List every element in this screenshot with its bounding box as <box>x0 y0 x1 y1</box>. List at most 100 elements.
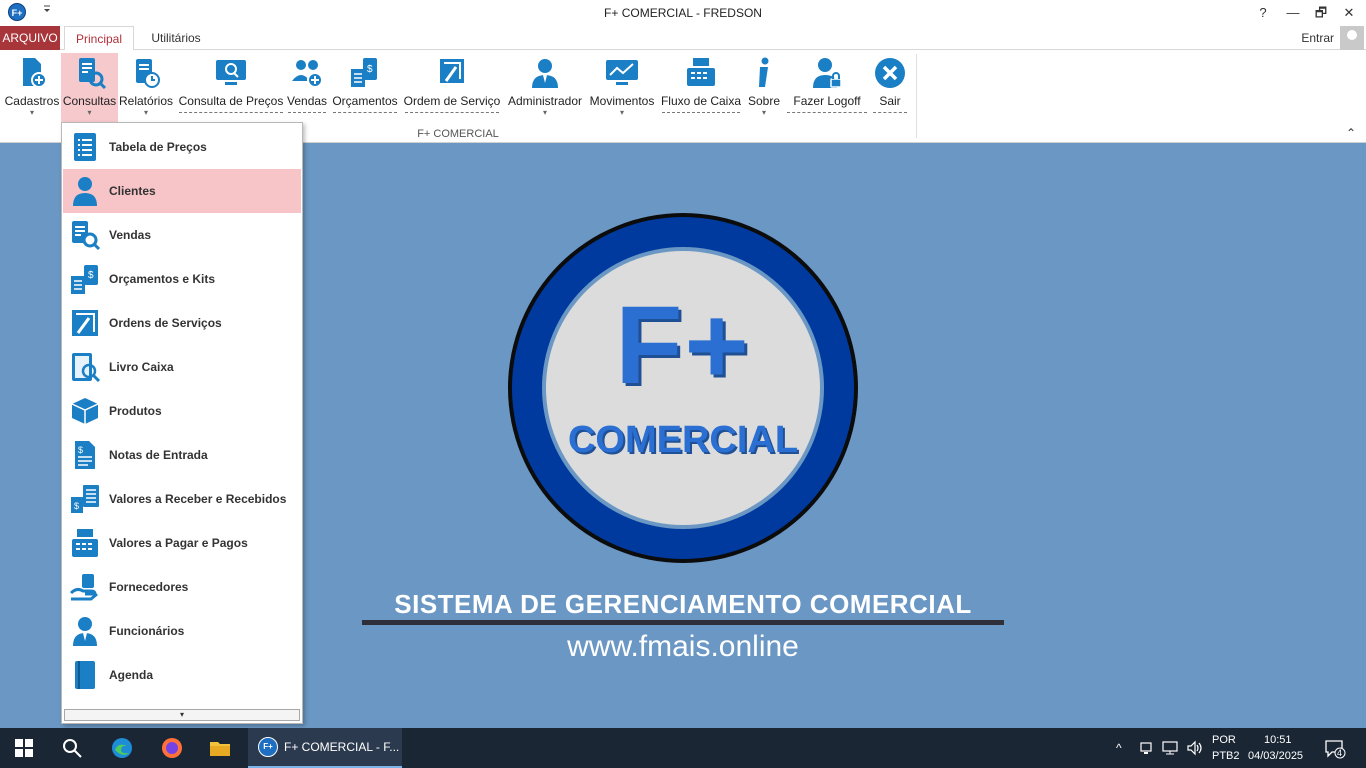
svg-text:$: $ <box>367 64 373 75</box>
ribbon-label: Relatórios <box>119 94 174 108</box>
relatorios-icon <box>136 59 160 88</box>
menu-item-tabela-precos[interactable]: Tabela de Preços <box>63 125 301 169</box>
ordem-servico-button[interactable]: Ordem de Serviço <box>403 53 501 125</box>
fplus-app-icon: F+ <box>258 737 278 757</box>
edge-browser-icon[interactable] <box>110 736 134 760</box>
volume-icon[interactable] <box>1186 740 1204 756</box>
sair-button[interactable]: Sair <box>872 53 908 125</box>
client-icon <box>73 177 97 206</box>
menu-item-valores-pagar[interactable]: Valores a Pagar e Pagos <box>63 521 301 565</box>
ordem-servico-icon <box>440 59 464 83</box>
help-button[interactable]: ? <box>1248 2 1278 24</box>
service-order-icon <box>72 310 98 336</box>
network-icon[interactable] <box>1162 740 1180 756</box>
ribbon-label: Fazer Logoff <box>793 94 861 108</box>
menu-item-produtos[interactable]: Produtos <box>63 389 301 433</box>
cadastros-button[interactable]: Cadastros ▾ <box>4 53 60 125</box>
tab-arquivo[interactable]: ARQUIVO <box>0 26 60 50</box>
consultas-dropdown-menu: Tabela de Preços Clientes Vendas $ Orçam… <box>61 122 303 724</box>
tab-principal[interactable]: Principal <box>64 26 134 51</box>
chevron-down-icon: ▾ <box>619 108 624 117</box>
tab-utilitarios[interactable]: Utilitários <box>140 26 212 51</box>
collapse-ribbon-icon[interactable]: ⌃ <box>1346 126 1356 140</box>
menu-item-fornecedores[interactable]: Fornecedores <box>63 565 301 609</box>
dropdown-scroll-down[interactable]: ▾ <box>64 709 300 721</box>
menu-item-clientes[interactable]: Clientes <box>63 169 301 213</box>
consultas-button[interactable]: Consultas ▾ <box>61 53 118 125</box>
minimize-button[interactable]: — <box>1278 2 1308 24</box>
chevron-down-icon: ▾ <box>29 108 34 117</box>
ribbon-label: Movimentos <box>589 94 655 108</box>
clock-date[interactable]: 04/03/2025 <box>1248 750 1303 762</box>
group-separator <box>916 54 917 138</box>
title-bar: F+ F+ COMERCIAL - FREDSON ? — 🗗 ✕ <box>0 0 1366 26</box>
consulta-precos-button[interactable]: Consulta de Preços <box>178 53 284 125</box>
restore-button[interactable]: 🗗 <box>1306 2 1336 24</box>
file-explorer-icon[interactable] <box>208 736 232 760</box>
clock-time[interactable]: 10:51 <box>1264 734 1292 746</box>
orcamentos-icon: $ <box>351 58 377 87</box>
window-title: F+ COMERCIAL - FREDSON <box>604 6 762 20</box>
device-icon[interactable] <box>1138 740 1154 756</box>
vendas-icon <box>292 60 323 88</box>
menu-item-agenda[interactable]: Agenda <box>63 653 301 697</box>
relatorios-button[interactable]: Relatórios ▾ <box>119 53 173 125</box>
movimentos-icon <box>606 60 638 85</box>
ribbon-label: Vendas <box>287 94 328 108</box>
menu-item-orcamentos-kits[interactable]: $ Orçamentos e Kits <box>63 257 301 301</box>
dashed-underline <box>405 112 499 113</box>
sair-icon <box>875 58 905 88</box>
cash-book-icon <box>72 353 101 383</box>
payables-icon <box>72 529 98 557</box>
language-indicator[interactable]: POR <box>1212 734 1236 746</box>
budget-icon: $ <box>71 265 98 294</box>
dashed-underline <box>787 112 867 113</box>
dashed-underline <box>873 112 907 113</box>
ribbon-label: Sobre <box>747 94 781 108</box>
fluxo-caixa-icon <box>687 58 715 86</box>
ribbon-label: Orçamentos <box>332 94 398 108</box>
administrador-icon <box>532 59 558 88</box>
windows-start-icon[interactable] <box>12 736 36 760</box>
entrar-link[interactable]: Entrar <box>1301 31 1334 45</box>
consulta-precos-icon <box>216 60 246 85</box>
search-icon[interactable] <box>60 736 84 760</box>
website-text: www.fmais.online <box>567 630 799 663</box>
close-button[interactable]: ✕ <box>1334 2 1364 24</box>
menu-item-funcionarios[interactable]: Funcionários <box>63 609 301 653</box>
movimentos-button[interactable]: Movimentos ▾ <box>587 53 657 125</box>
sobre-button[interactable]: Sobre ▾ <box>746 53 782 125</box>
svg-text:$: $ <box>88 270 94 281</box>
orcamentos-button[interactable]: $ Orçamentos <box>331 53 399 125</box>
menu-item-valores-receber[interactable]: $ Valores a Receber e Recebidos <box>63 477 301 521</box>
price-table-icon <box>74 133 96 161</box>
logo-text-fplus: F+ <box>615 284 751 407</box>
dashed-underline <box>179 112 283 113</box>
menu-item-ordens-servicos[interactable]: Ordens de Serviços <box>63 301 301 345</box>
menu-item-livro-caixa[interactable]: Livro Caixa <box>63 345 301 389</box>
keyboard-layout-indicator[interactable]: PTB2 <box>1212 750 1240 762</box>
ribbon-label: Consulta de Preços <box>178 94 284 108</box>
menu-item-vendas[interactable]: Vendas <box>63 213 301 257</box>
taskbar-app-fcomercial[interactable]: F+ F+ COMERCIAL - F... <box>248 728 402 768</box>
show-hidden-icons-icon[interactable]: ^ <box>1116 741 1122 755</box>
menu-item-notas-entrada[interactable]: $ Notas de Entrada <box>63 433 301 477</box>
administrador-button[interactable]: Administrador ▾ <box>506 53 584 125</box>
vendas-button[interactable]: Vendas <box>287 53 327 125</box>
logoff-button[interactable]: Fazer Logoff <box>786 53 868 125</box>
fluxo-caixa-button[interactable]: Fluxo de Caixa <box>660 53 742 125</box>
taskbar: F+ F+ COMERCIAL - F... ^ POR PTB2 10:51 … <box>0 728 1366 768</box>
ribbon-label: Sair <box>879 94 901 108</box>
notification-count-badge: 4 <box>1337 748 1343 758</box>
product-box-icon <box>71 398 99 424</box>
avatar[interactable] <box>1340 26 1364 50</box>
invoice-icon: $ <box>75 441 95 469</box>
firefox-icon[interactable] <box>160 736 184 760</box>
sobre-icon <box>759 57 769 87</box>
chevron-down-icon: ▾ <box>143 108 148 117</box>
chevron-down-icon: ▾ <box>542 108 547 117</box>
dashed-underline <box>662 112 740 113</box>
chevron-down-icon: ▾ <box>761 108 766 117</box>
notification-center-icon[interactable] <box>1324 738 1346 760</box>
ribbon-label: Consultas <box>62 94 117 108</box>
